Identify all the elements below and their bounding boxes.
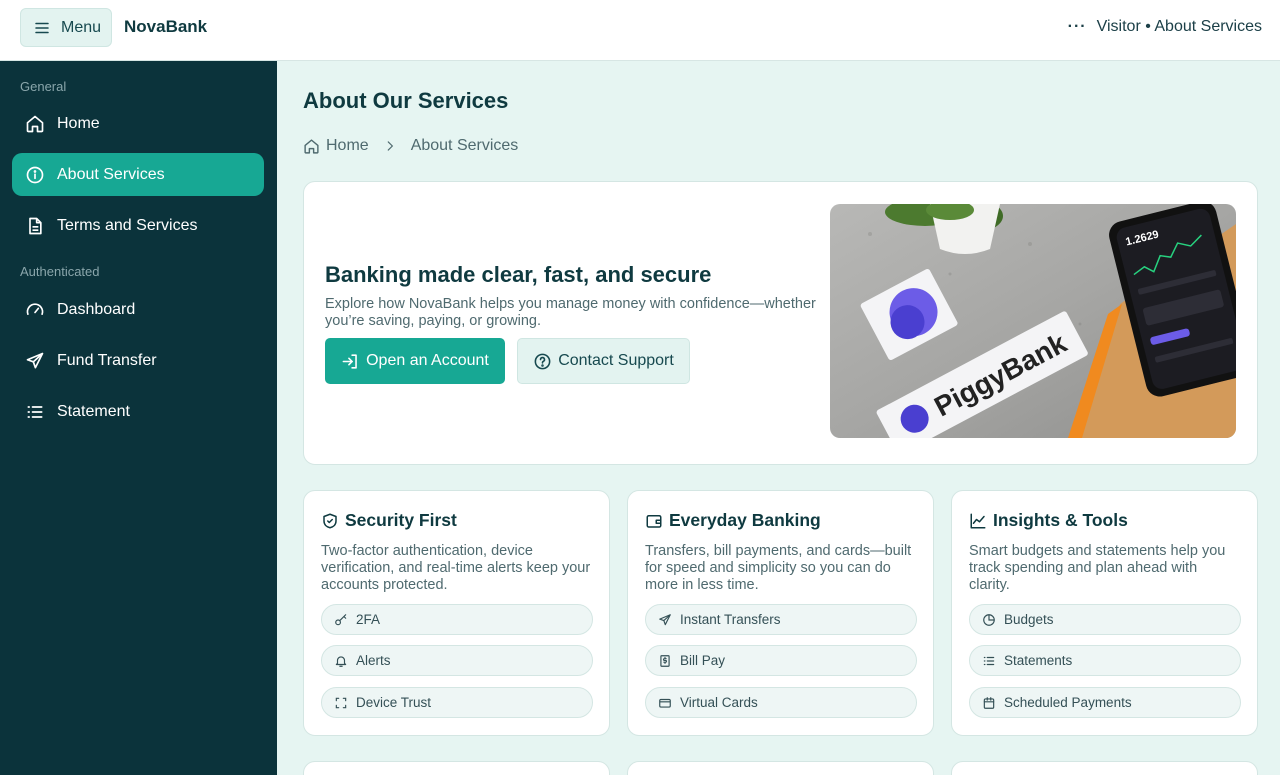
- top-bar: Menu NovaBank ··· Visitor • About Servic…: [0, 0, 1280, 61]
- sidebar-item-dashboard[interactable]: Dashboard: [12, 288, 264, 331]
- chip-scheduled-payments[interactable]: Scheduled Payments: [969, 687, 1241, 718]
- card-description: Transfers, bill payments, and cards—buil…: [645, 543, 912, 593]
- more-dots-icon[interactable]: ···: [1068, 18, 1087, 36]
- card-title-text: Security First: [345, 510, 457, 530]
- home-icon: [304, 138, 319, 154]
- hamburger-icon: [35, 22, 49, 33]
- calendar-icon: [983, 696, 995, 709]
- card-title: Insights & Tools: [969, 510, 1128, 531]
- chip-budgets[interactable]: Budgets: [969, 604, 1241, 635]
- chip-label: Bill Pay: [680, 653, 726, 668]
- main-content: About Our Services Home About Services B…: [277, 61, 1280, 775]
- pie-icon: [983, 613, 995, 626]
- top-right-status: ··· Visitor • About Services: [1068, 18, 1262, 36]
- chevron-right-icon: [387, 141, 393, 151]
- chart-line-icon: [970, 513, 986, 528]
- sidebar-item-label: Statement: [57, 402, 130, 420]
- sidebar-item-fund-transfer[interactable]: Fund Transfer: [12, 339, 264, 382]
- contact-support-button[interactable]: Contact Support: [517, 338, 690, 384]
- shield-check-icon: [323, 513, 337, 528]
- user-status: Visitor • About Services: [1096, 18, 1262, 35]
- scan-icon: [335, 697, 347, 708]
- sidebar-item-label: About Services: [57, 165, 165, 183]
- chip-label: Statements: [1004, 653, 1073, 668]
- contact-support-label: Contact Support: [558, 352, 674, 369]
- breadcrumb-current: About Services: [410, 137, 519, 154]
- login-arrow-icon: [342, 353, 357, 369]
- sidebar-item-about-services[interactable]: About Services: [12, 153, 264, 196]
- menu-label: Menu: [61, 18, 102, 36]
- insights-tools-card: Insights & Tools Smart budgets and state…: [951, 490, 1258, 736]
- help-circle-icon: [534, 353, 551, 369]
- sidebar-item-label: Fund Transfer: [57, 351, 157, 369]
- breadcrumb-home[interactable]: Home: [303, 137, 369, 155]
- card-title: Everyday Banking: [645, 510, 821, 531]
- card-description: Two-factor authentication, device verifi…: [321, 543, 591, 593]
- home-icon: [26, 115, 44, 132]
- breadcrumb-home-label: Home: [326, 137, 369, 154]
- security-first-card: Security First Two-factor authentication…: [303, 490, 610, 736]
- chip-label: Instant Transfers: [680, 612, 781, 627]
- everyday-banking-card: Everyday Banking Transfers, bill payment…: [627, 490, 934, 736]
- page-title: About Our Services: [303, 88, 509, 113]
- piggybank-photo: 1.2629 PiggyBank: [830, 204, 1236, 438]
- card-title-text: Insights & Tools: [993, 510, 1128, 530]
- sidebar-section-general: General: [20, 79, 67, 94]
- menu-button[interactable]: Menu: [20, 8, 112, 47]
- sidebar-item-label: Dashboard: [57, 300, 136, 318]
- bill-icon: [660, 654, 670, 667]
- chip-label: Scheduled Payments: [1004, 695, 1132, 710]
- hero-title: Banking made clear, fast, and secure: [325, 262, 712, 287]
- hero-description: Explore how NovaBank helps you manage mo…: [325, 296, 816, 329]
- chip-device-trust[interactable]: Device Trust: [321, 687, 593, 718]
- open-account-label: Open an Account: [366, 352, 489, 369]
- next-card-partial: [951, 761, 1258, 775]
- chip-label: Device Trust: [356, 695, 432, 710]
- card-title: Security First: [321, 510, 457, 531]
- sidebar-item-label: Terms and Services: [57, 216, 198, 234]
- chip-2fa[interactable]: 2FA: [321, 604, 593, 635]
- card-title-text: Everyday Banking: [669, 510, 821, 530]
- chip-alerts[interactable]: Alerts: [321, 645, 593, 676]
- chip-label: Budgets: [1004, 612, 1054, 627]
- chip-statements[interactable]: Statements: [969, 645, 1241, 676]
- chip-instant-transfers[interactable]: Instant Transfers: [645, 604, 917, 635]
- bell-icon: [335, 655, 347, 667]
- next-card-partial: [627, 761, 934, 775]
- hero-image: 1.2629 PiggyBank: [830, 204, 1236, 438]
- send-icon: [659, 613, 671, 625]
- breadcrumb: Home About Services: [303, 137, 518, 155]
- sidebar-item-home[interactable]: Home: [12, 102, 264, 145]
- document-icon: [29, 217, 42, 234]
- sidebar-item-label: Home: [57, 114, 100, 132]
- sidebar: General Home About Services Terms and Se…: [0, 61, 277, 775]
- info-icon: [26, 166, 44, 183]
- chip-bill-pay[interactable]: Bill Pay: [645, 645, 917, 676]
- brand-name: NovaBank: [124, 17, 208, 36]
- open-account-button[interactable]: Open an Account: [325, 338, 505, 384]
- sidebar-section-authenticated: Authenticated: [20, 264, 100, 279]
- key-icon: [335, 613, 347, 625]
- next-card-partial: [303, 761, 610, 775]
- list-icon: [27, 405, 43, 418]
- hero-card: Banking made clear, fast, and secure Exp…: [303, 181, 1258, 465]
- card-icon: [659, 698, 671, 708]
- chip-virtual-cards[interactable]: Virtual Cards: [645, 687, 917, 718]
- chip-label: Virtual Cards: [680, 695, 758, 710]
- send-icon: [26, 352, 44, 368]
- chip-label: 2FA: [356, 612, 381, 627]
- list-icon: [983, 656, 995, 665]
- sidebar-item-statement[interactable]: Statement: [12, 390, 264, 433]
- wallet-icon: [646, 514, 662, 528]
- card-description: Smart budgets and statements help you tr…: [969, 543, 1226, 593]
- chip-label: Alerts: [356, 653, 391, 668]
- gauge-icon: [26, 302, 44, 315]
- sidebar-item-terms[interactable]: Terms and Services: [12, 204, 264, 247]
